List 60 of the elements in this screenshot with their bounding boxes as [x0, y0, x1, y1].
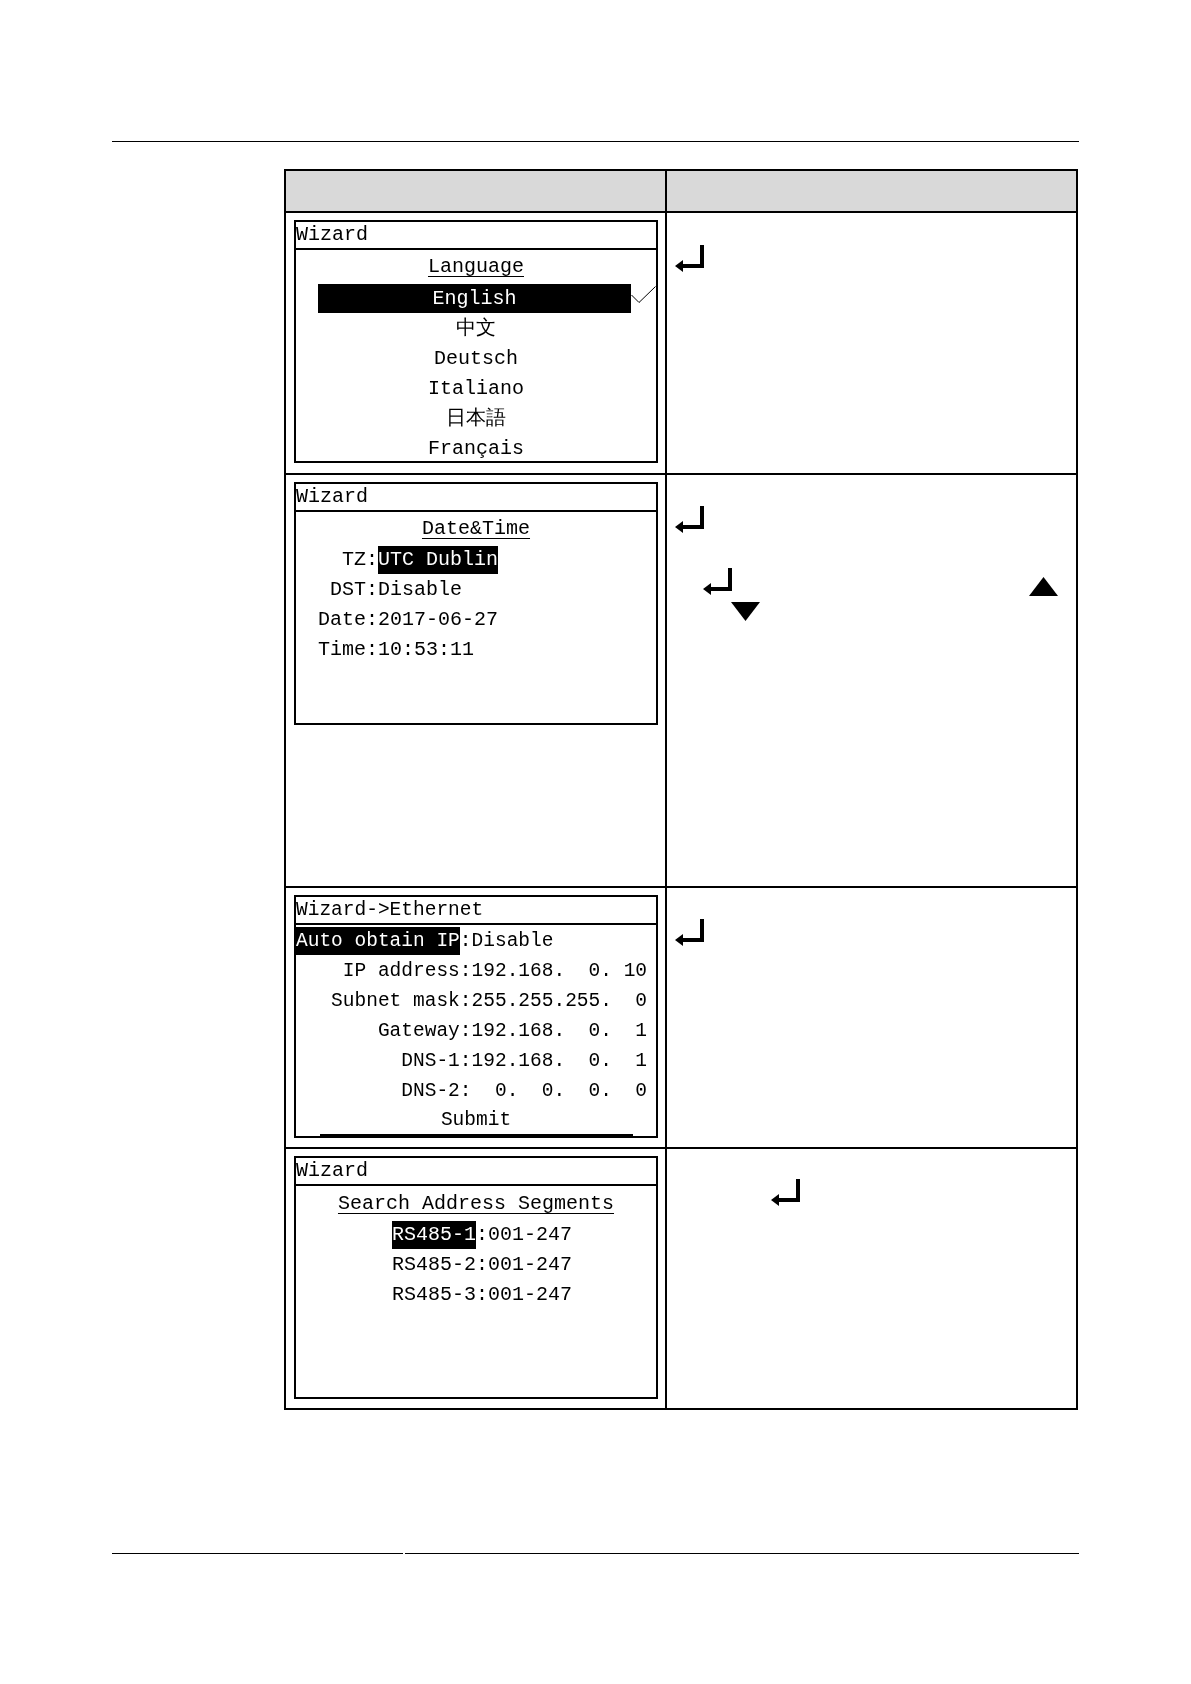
- label-colon: :: [459, 959, 472, 984]
- screen-heading: Language: [428, 254, 524, 280]
- label-colon: :: [459, 929, 472, 954]
- setting-value[interactable]: 192.168. 0. 10: [471, 957, 648, 985]
- screen-title: Wizard: [296, 222, 656, 250]
- setting-label: Date: [318, 607, 366, 633]
- language-option[interactable]: English: [318, 283, 631, 313]
- language-option[interactable]: 日本語: [446, 403, 506, 433]
- setting-label: RS485-2: [391, 1252, 476, 1278]
- setting-label: Auto obtain IP: [296, 927, 460, 955]
- submit-button[interactable]: Submit: [319, 1106, 633, 1136]
- setting-label: DNS-2: [401, 1079, 460, 1104]
- screen-title: Wizard: [296, 1158, 656, 1186]
- label-colon: :: [476, 1282, 488, 1308]
- screen-title: Wizard: [296, 484, 656, 512]
- setting-value[interactable]: 192.168. 0. 1: [471, 1017, 648, 1045]
- setting-label: TZ: [342, 547, 366, 573]
- label-colon: :: [366, 577, 379, 603]
- setting-label: Time: [318, 637, 366, 663]
- setting-label: DNS-1: [401, 1049, 460, 1074]
- setting-value[interactable]: 001-247: [488, 1221, 572, 1249]
- label-colon: :: [459, 1049, 472, 1074]
- setting-label: Gateway: [377, 1019, 460, 1044]
- label-colon: :: [459, 1019, 472, 1044]
- screen-heading: Search Address Segments: [337, 1191, 614, 1217]
- setting-value[interactable]: 192.168. 0. 1: [471, 1047, 648, 1075]
- label-colon: :: [476, 1222, 488, 1248]
- enter-key-icon: [675, 506, 704, 533]
- setting-value[interactable]: 255.255.255. 0: [471, 987, 648, 1015]
- label-colon: :: [459, 1079, 472, 1104]
- setting-value[interactable]: 001-247: [488, 1281, 572, 1309]
- setting-value[interactable]: Disable: [378, 576, 463, 604]
- setting-label: RS485-1: [391, 1221, 476, 1249]
- setting-value[interactable]: UTC Dublin: [378, 546, 499, 574]
- setting-value[interactable]: 0. 0. 0. 0: [471, 1077, 648, 1105]
- setting-value[interactable]: 10:53:11: [378, 636, 475, 664]
- language-option[interactable]: Italiano: [428, 373, 524, 403]
- screen-heading: Date&Time: [422, 516, 530, 542]
- enter-key-icon: [703, 568, 732, 595]
- enter-key-icon: [771, 1179, 800, 1206]
- enter-key-icon: [675, 919, 704, 946]
- setting-value[interactable]: 001-247: [488, 1251, 572, 1279]
- language-option[interactable]: 中文: [456, 313, 496, 343]
- setting-label: DST: [330, 577, 366, 603]
- up-triangle-icon: [1029, 577, 1058, 596]
- label-colon: :: [476, 1252, 488, 1278]
- setting-label: IP address: [342, 959, 460, 984]
- label-colon: :: [366, 547, 379, 573]
- setting-label: RS485-3: [391, 1282, 476, 1308]
- setting-label: Subnet mask: [331, 989, 460, 1014]
- setting-value[interactable]: 2017-06-27: [378, 606, 499, 634]
- label-colon: :: [459, 989, 472, 1014]
- enter-key-icon: [675, 245, 704, 272]
- down-triangle-icon: [731, 602, 760, 621]
- label-colon: :: [366, 637, 379, 663]
- language-option[interactable]: Français: [428, 433, 524, 463]
- language-option[interactable]: Deutsch: [434, 343, 518, 373]
- screen-title: Wizard->Ethernet: [296, 897, 656, 925]
- label-colon: :: [366, 607, 379, 633]
- setting-value[interactable]: Disable: [471, 927, 554, 955]
